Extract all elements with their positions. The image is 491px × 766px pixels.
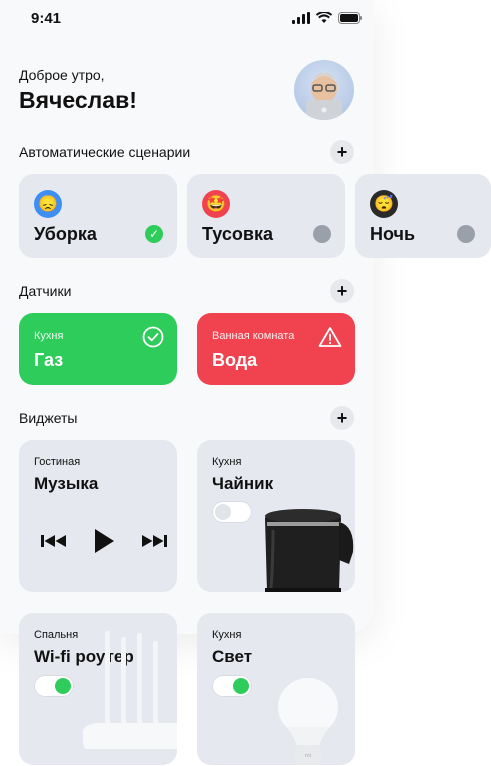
scenario-label: Уборка [34,224,97,244]
scenario-card-party[interactable]: 🤩 Тусовка [187,174,345,258]
signal-icon [292,12,310,24]
widget-title: Свет [212,647,253,666]
inactive-dot-icon [457,225,475,243]
sensor-room: Ванная комната [212,330,295,342]
player-controls [41,528,167,554]
add-sensor-button[interactable]: + [330,279,354,303]
scenario-card-night[interactable]: 😴 Ночь [355,174,491,258]
section-title-scenarios: Автоматические сценарии [19,144,191,160]
previous-track-icon[interactable] [41,533,67,549]
star-eyes-face-icon: 🤩 [202,190,230,218]
battery-icon [338,12,362,24]
widget-room: Кухня [212,456,242,468]
play-icon[interactable] [93,528,115,554]
warning-icon [318,327,342,347]
check-circle-icon [142,326,164,348]
widget-title: Музыка [34,474,99,493]
sad-face-icon: 😞 [34,190,62,218]
widget-room: Кухня [212,629,242,641]
next-track-icon[interactable] [141,533,167,549]
light-toggle[interactable] [212,675,252,697]
status-time: 9:41 [31,10,62,27]
section-title-sensors: Датчики [19,283,72,299]
widget-kettle[interactable]: Кухня Чайник [197,440,355,592]
kettle-icon [265,509,354,592]
widget-title: Чайник [212,474,274,493]
sensor-card-water[interactable]: Ванная комната Вода [197,313,355,385]
section-title-widgets: Виджеты [19,410,78,426]
kettle-toggle[interactable] [212,501,252,523]
wifi-icon [316,12,332,23]
inactive-dot-icon [313,225,331,243]
sensor-value: Вода [212,350,258,370]
greeting: Доброе утро, [19,67,105,83]
widget-light[interactable]: Кухня Свет mi [197,613,355,765]
widget-wifi-router[interactable]: Спальня Wi-fi роутер [19,613,177,765]
light-bulb-icon: mi [278,678,338,765]
add-widget-button[interactable]: + [330,406,354,430]
router-toggle[interactable] [34,675,74,697]
scenario-label: Тусовка [202,224,273,244]
widget-room: Гостиная [34,456,81,468]
widget-music[interactable]: Гостиная Музыка [19,440,177,592]
sensor-value: Газ [34,350,64,370]
add-scenario-button[interactable]: + [330,140,354,164]
sleeping-face-icon: 😴 [370,190,398,218]
check-icon: ✓ [145,225,163,243]
router-icon [83,631,177,749]
sensor-card-gas[interactable]: Кухня Газ [19,313,177,385]
scenario-card-cleaning[interactable]: 😞 Уборка ✓ [19,174,177,258]
memoji-icon [306,73,342,120]
avatar[interactable] [294,60,354,120]
widget-room: Спальня [34,629,79,641]
svg-text:mi: mi [305,753,311,759]
scenario-label: Ночь [370,224,416,244]
status-icons [292,12,362,24]
sensor-room: Кухня [34,330,64,342]
user-name: Вячеслав! [19,87,137,113]
